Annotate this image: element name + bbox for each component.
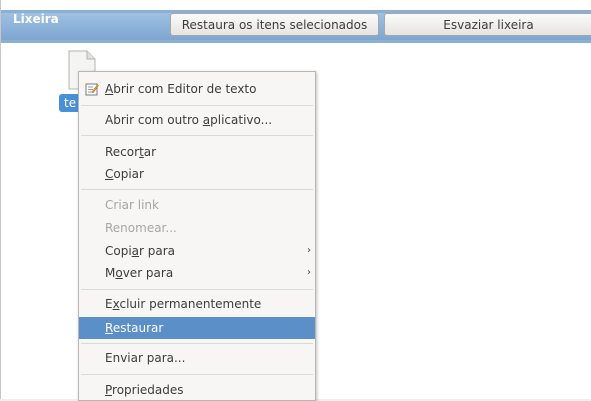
menu-label-post: cluir permanentemente	[119, 297, 262, 311]
menu-mnemonic: P	[105, 383, 113, 397]
menu-label-post: ar	[143, 145, 157, 159]
menu-separator	[81, 105, 313, 106]
menu-separator	[81, 374, 313, 375]
menu-item-open-text-editor[interactable]: Abrir com Editor de texto	[79, 78, 315, 100]
menu-label-post: r para	[139, 244, 176, 258]
menu-label-post: estaurar	[112, 321, 164, 335]
menu-label-post: plicativo...	[210, 113, 273, 127]
submenu-arrow-icon: ›	[307, 267, 311, 278]
menu-label-post: brir com Editor de texto	[113, 82, 257, 96]
menu-item-open-other-app[interactable]: Abrir com outro aplicativo...	[79, 109, 315, 131]
menu-label-pre: E	[105, 297, 113, 311]
menu-item-copy-to[interactable]: Copiar para ›	[79, 240, 315, 262]
menu-separator	[81, 289, 313, 290]
text-editor-icon	[85, 83, 99, 96]
menu-mnemonic: o	[115, 266, 123, 280]
menu-label-pre: M	[105, 266, 116, 280]
restore-selected-button[interactable]: Restaura os itens selecionados	[170, 13, 379, 36]
menu-separator	[81, 343, 313, 344]
menu-label-pre: Recor	[105, 145, 140, 159]
menu-item-restore[interactable]: Restaurar	[79, 317, 315, 339]
menu-label-post: ver para	[122, 266, 174, 280]
empty-trash-button[interactable]: Esvaziar lixeira	[384, 13, 591, 36]
menu-item-copy[interactable]: Copiar	[79, 163, 315, 185]
menu-item-cut[interactable]: Recortar	[79, 141, 315, 163]
menu-item-delete-permanently[interactable]: Excluir permanentemente	[79, 293, 315, 315]
menu-label-post: opiar	[113, 167, 144, 181]
context-menu: Abrir com Editor de texto Abrir com outr…	[78, 71, 316, 401]
menu-separator	[81, 189, 313, 190]
menu-separator	[81, 135, 313, 136]
menu-item-rename: Renomear...	[105, 221, 177, 235]
submenu-arrow-icon: ›	[307, 245, 311, 256]
menu-mnemonic: a	[131, 244, 140, 258]
menu-mnemonic: R	[105, 321, 113, 335]
trash-title: Lixeira	[13, 12, 59, 26]
menu-item-move-to[interactable]: Mover para ›	[79, 262, 315, 284]
menu-mnemonic: A	[105, 82, 114, 96]
menu-item-properties[interactable]: Propriedades	[79, 379, 315, 401]
menu-item-create-link: Criar link	[105, 198, 159, 212]
menu-label-pre: Copi	[105, 244, 132, 258]
menu-item-send-to[interactable]: Enviar para...	[79, 347, 315, 369]
menu-label-post: ropriedades	[112, 383, 184, 397]
file-manager-window: Lixeira Restaura os itens selecionados E…	[0, 0, 591, 401]
menu-label-pre: Abrir com outro	[105, 113, 203, 127]
